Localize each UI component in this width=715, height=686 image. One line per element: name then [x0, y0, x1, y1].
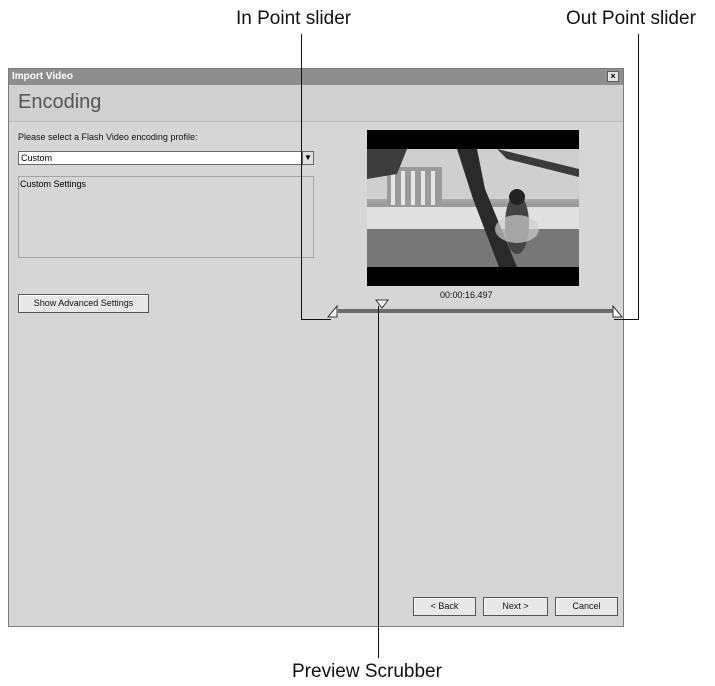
in-point-leader — [301, 319, 331, 320]
window-title: Import Video — [12, 71, 73, 82]
encoding-profile-select[interactable]: Custom ▼ — [18, 151, 314, 165]
in-point-callout: In Point slider — [236, 8, 352, 29]
settings-panel: Custom Settings — [18, 176, 314, 258]
profile-value: Custom — [21, 153, 53, 163]
next-button[interactable]: Next > — [483, 597, 548, 616]
scrubber-callout: Preview Scrubber — [292, 661, 442, 682]
scrubber-leader — [378, 306, 379, 658]
out-point-callout: Out Point slider — [566, 8, 696, 29]
close-button[interactable]: × — [607, 71, 619, 82]
in-point-handle-icon[interactable] — [327, 305, 341, 319]
video-frame — [367, 149, 579, 267]
video-preview — [367, 130, 579, 286]
video-image — [367, 149, 579, 267]
back-button[interactable]: < Back — [413, 597, 476, 616]
out-point-handle-icon[interactable] — [611, 305, 625, 319]
settings-label: Custom Settings — [20, 179, 87, 189]
page-title: Encoding — [18, 91, 102, 113]
chevron-down-icon[interactable]: ▼ — [302, 152, 313, 164]
title-bar: Import Video × — [9, 69, 623, 85]
out-point-leader — [614, 319, 639, 320]
out-point-leader — [638, 34, 639, 320]
timecode-readout: 00:00:16.497 — [440, 290, 493, 300]
import-video-dialog: Import Video × Encoding Please select a … — [8, 68, 624, 627]
trim-slider-track[interactable] — [338, 309, 615, 313]
in-point-leader — [301, 34, 302, 320]
profile-label: Please select a Flash Video encoding pro… — [18, 132, 198, 142]
show-advanced-settings-button[interactable]: Show Advanced Settings — [18, 294, 149, 313]
cancel-button[interactable]: Cancel — [555, 597, 618, 616]
